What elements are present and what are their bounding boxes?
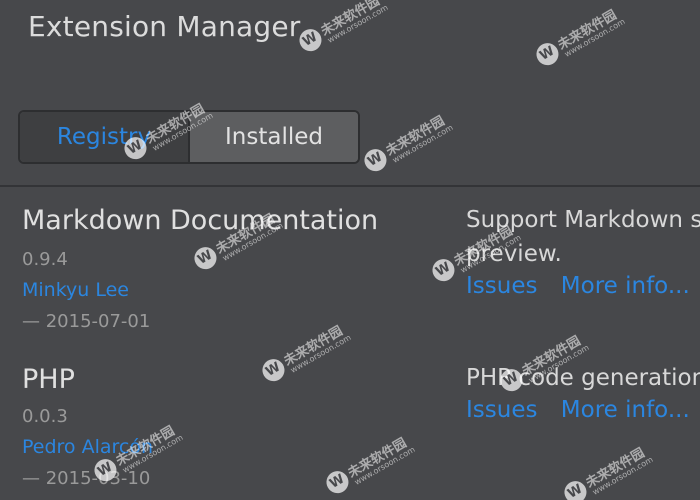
watermark: W未来软件园 www.orsoon.com [295,0,389,57]
watermark-logo-icon: W [360,144,391,175]
watermark: W未来软件园 www.orsoon.com [360,108,454,177]
tab-registry[interactable]: Registry [20,112,190,162]
watermark: W未来软件园 www.orsoon.com [258,318,352,387]
issues-link[interactable]: Issues [466,273,537,299]
watermark: W未来软件园 www.orsoon.com [322,430,416,499]
extension-manager-window: Extension Manager Registry Installed Mar… [0,0,700,500]
watermark-subtext: www.orsoon.com [325,2,390,45]
extension-description: PHP code generation. [466,361,700,395]
watermark-subtext: www.orsoon.com [288,332,353,375]
extension-author-link[interactable]: Pedro Alarcón [22,436,153,458]
watermark-subtext: www.orsoon.com [390,122,455,165]
watermark-text: 未来软件园 [345,435,410,482]
watermark-logo-icon: W [428,254,459,285]
watermark: W未来软件园 www.orsoon.com [532,2,626,71]
watermark-logo-icon: W [190,242,221,273]
issues-link[interactable]: Issues [466,397,537,423]
extension-date: — 2015-03-10 [22,468,151,489]
watermark-text: 未来软件园 [555,7,620,54]
watermark-text: 未来软件园 [318,0,383,40]
extension-name: Markdown Documentation [22,205,379,236]
extension-links: Issues More info... [466,397,700,423]
watermark-subtext: www.orsoon.com [562,16,627,59]
extension-description-line: preview. [466,241,562,267]
extension-description: Support Markdown sy preview. [466,203,700,271]
extension-version: 0.9.4 [22,249,68,270]
watermark-subtext: www.orsoon.com [352,444,417,487]
tab-bar: Registry Installed [18,110,360,164]
watermark-text: 未来软件园 [583,445,648,492]
extension-description-line: PHP code generation. [466,365,700,391]
tab-installed[interactable]: Installed [190,112,358,162]
watermark-logo-icon: W [322,466,353,497]
watermark-logo-icon: W [532,38,563,69]
watermark-text: 未来软件园 [281,323,346,370]
more-info-link[interactable]: More info... [561,397,690,423]
watermark: W未来软件园 www.orsoon.com [560,440,654,500]
extension-links: Issues More info... [466,273,700,299]
watermark-logo-icon: W [258,354,289,385]
extension-name: PHP [22,364,75,395]
extension-description-line: Support Markdown sy [466,207,700,233]
watermark-text: 未来软件园 [383,113,448,160]
watermark-logo-icon: W [560,476,591,500]
page-title: Extension Manager [28,10,301,43]
extension-author-link[interactable]: Minkyu Lee [22,279,129,301]
extension-date: — 2015-07-01 [22,311,151,332]
header-divider [0,185,700,187]
watermark-subtext: www.orsoon.com [590,454,655,497]
more-info-link[interactable]: More info... [561,273,690,299]
extension-version: 0.0.3 [22,406,68,427]
